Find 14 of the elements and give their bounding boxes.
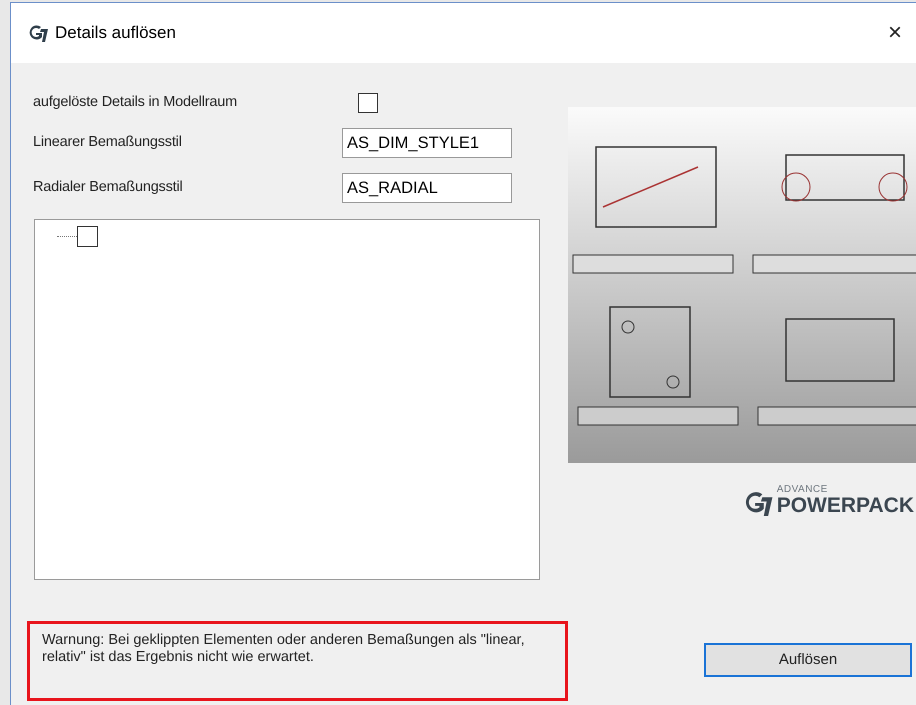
checkbox-label: aufgelöste Details in Modellraum (33, 93, 238, 112)
warning-text: Warnung: Bei geklippten Elementen oder anderen Bemaßungen als "linear, relativ" ist das Ergebnis nicht wie erwartet. (42, 632, 526, 666)
app-logo-icon (27, 24, 49, 42)
field-label: Linearer Bemaßungsstil (33, 133, 183, 152)
linear-style-field[interactable]: AS_DIM_STYLE1 (342, 128, 512, 158)
resolve-button[interactable]: Auflösen (704, 643, 912, 677)
model-space-checkbox[interactable] (358, 93, 378, 113)
tree-item-checkbox[interactable] (77, 226, 98, 247)
logo-subtitle: ADVANCE (776, 485, 829, 495)
logo-title: POWERPACK (776, 495, 914, 516)
radial-style-field[interactable]: AS_RADIAL (342, 173, 512, 203)
close-button[interactable]: × (884, 21, 906, 45)
field-label: Radialer Bemaßungsstil (33, 178, 184, 198)
window-title: Details auflösen (55, 22, 176, 44)
